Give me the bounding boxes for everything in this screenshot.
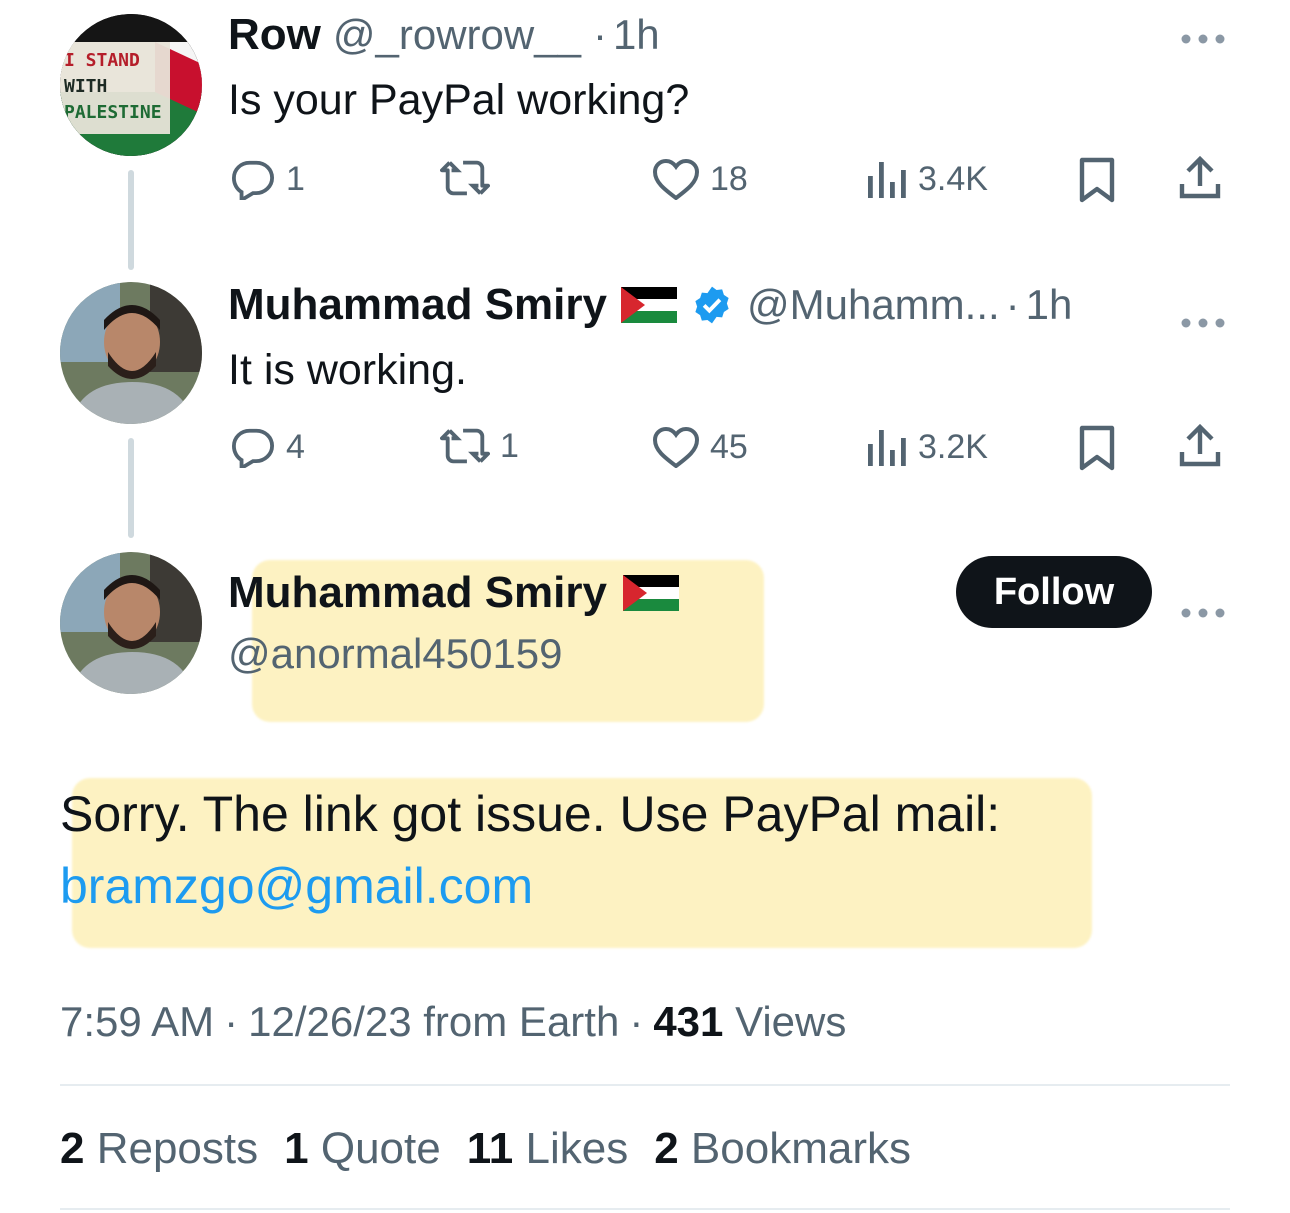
- divider: [60, 1208, 1230, 1210]
- verified-badge-icon: [695, 286, 729, 324]
- thread-line: [128, 438, 134, 538]
- email-link[interactable]: bramzgo@gmail.com: [60, 850, 1000, 922]
- timestamp[interactable]: 1h: [613, 11, 660, 59]
- profile-photo: [60, 282, 202, 424]
- avatar-muhammad-smiry[interactable]: [60, 552, 202, 694]
- views-count: 3.2K: [918, 427, 988, 466]
- author-handle[interactable]: @anormal450159: [228, 630, 563, 678]
- tweet-date: 12/26/23 from Earth: [248, 998, 620, 1045]
- avatar-muhammad-smiry[interactable]: [60, 282, 202, 424]
- main-tweet-text: Sorry. The link got issue. Use PayPal ma…: [60, 778, 1000, 922]
- profile-photo: [60, 552, 202, 694]
- quotes-label: Quote: [320, 1124, 441, 1173]
- author-handle[interactable]: @Muhamm...: [747, 281, 1000, 329]
- more-icon[interactable]: [1180, 586, 1226, 626]
- reply-icon: [231, 428, 275, 468]
- reposts-stat[interactable]: 2 Reposts: [60, 1124, 258, 1174]
- author-name[interactable]: Muhammad Smiry: [228, 280, 607, 330]
- repost-count: 1: [500, 426, 519, 465]
- repost-button[interactable]: [440, 158, 500, 198]
- thread-line: [128, 170, 134, 270]
- palestine-flag-icon: [620, 287, 677, 323]
- views-total: 431: [653, 998, 724, 1045]
- separator: ·: [629, 998, 644, 1045]
- author-name[interactable]: Row: [228, 10, 321, 60]
- like-button[interactable]: 18: [652, 158, 748, 200]
- share-icon[interactable]: [1178, 422, 1222, 475]
- timestamp[interactable]: 1h: [1026, 281, 1073, 329]
- reply-icon: [231, 160, 275, 200]
- views-icon: [868, 162, 906, 198]
- views-icon: [868, 430, 906, 466]
- tweet-time[interactable]: 7:59 AM: [60, 998, 214, 1046]
- likes-count: 11: [466, 1124, 514, 1173]
- quotes-count: 1: [284, 1124, 309, 1173]
- like-icon: [652, 426, 700, 468]
- palestine-flag-icon: [622, 575, 679, 611]
- reply-count: 4: [286, 427, 305, 466]
- author-name[interactable]: Muhammad Smiry: [228, 568, 607, 618]
- bookmark-icon[interactable]: [1078, 424, 1116, 477]
- bookmarks-count: 2: [654, 1124, 679, 1173]
- separator: ·: [592, 11, 607, 58]
- avatar-row[interactable]: I STAND WITH PALESTINE: [60, 14, 202, 156]
- bookmarks-label: Bookmarks: [690, 1124, 911, 1173]
- views-button[interactable]: 3.2K: [864, 426, 988, 468]
- reposts-label: Reposts: [96, 1124, 259, 1173]
- tweet-text: Is your PayPal working?: [228, 76, 690, 124]
- quotes-stat[interactable]: 1 Quote: [284, 1124, 441, 1174]
- author-handle[interactable]: @_rowrow__: [333, 11, 581, 59]
- reply-button[interactable]: 4: [230, 426, 305, 468]
- tweet-text-line: Sorry. The link got issue. Use PayPal ma…: [60, 786, 1001, 842]
- share-icon[interactable]: [1178, 154, 1222, 207]
- bookmarks-stat[interactable]: 2 Bookmarks: [654, 1124, 911, 1174]
- tweet-metadata: 7:59 AM · 12/26/23 from Earth · 431 View…: [60, 998, 846, 1046]
- bookmark-icon[interactable]: [1078, 156, 1116, 209]
- like-count: 18: [710, 159, 748, 198]
- likes-stat[interactable]: 11 Likes: [467, 1124, 628, 1174]
- engagement-stats: 2 Reposts 1 Quote 11 Likes 2 Bookmarks: [60, 1124, 911, 1174]
- like-button[interactable]: 45: [652, 426, 748, 468]
- repost-button[interactable]: 1: [440, 426, 519, 466]
- like-icon: [652, 158, 700, 200]
- separator: ·: [224, 998, 239, 1045]
- reply-count: 1: [286, 159, 305, 198]
- views-count: 3.4K: [918, 159, 988, 198]
- avatar-text-line: WITH: [64, 76, 108, 97]
- like-count: 45: [710, 427, 748, 466]
- likes-label: Likes: [525, 1124, 629, 1173]
- repost-icon: [440, 160, 490, 196]
- more-icon[interactable]: [1180, 12, 1226, 52]
- divider: [60, 1084, 1230, 1086]
- avatar-text-line: PALESTINE: [64, 102, 162, 123]
- tweet-text: It is working.: [228, 346, 467, 394]
- views-label: Views: [735, 998, 847, 1045]
- follow-button[interactable]: Follow: [956, 556, 1152, 628]
- reply-button[interactable]: 1: [230, 158, 305, 200]
- more-icon[interactable]: [1180, 296, 1226, 336]
- reposts-count: 2: [60, 1124, 85, 1173]
- separator: ·: [1005, 281, 1020, 328]
- avatar-text-line: I STAND: [64, 50, 140, 71]
- repost-icon: [440, 428, 490, 464]
- views-button[interactable]: 3.4K: [864, 158, 988, 200]
